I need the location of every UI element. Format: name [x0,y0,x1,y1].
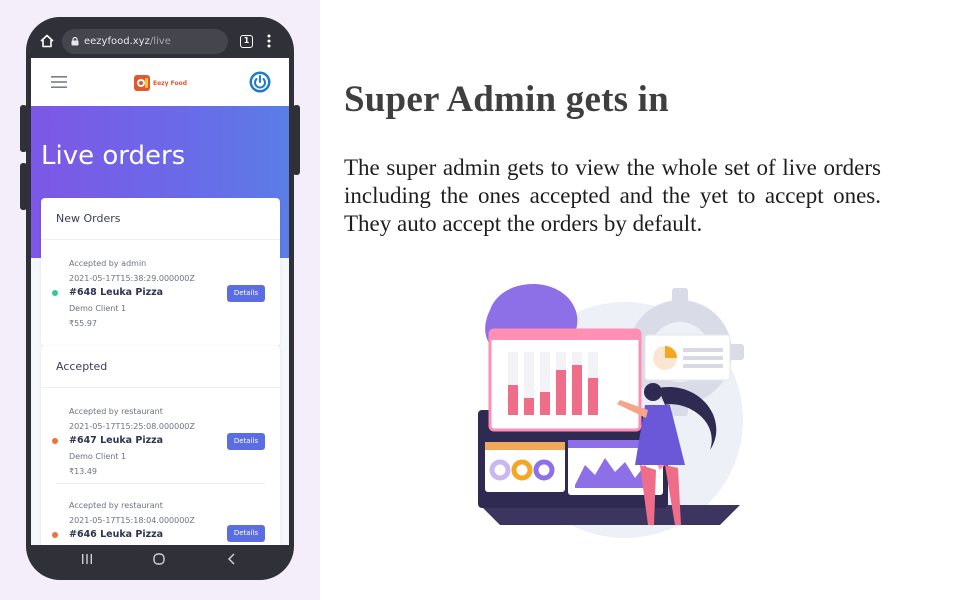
order-client: Demo Client 1 [69,452,127,461]
status-dot [52,290,58,296]
slide-body: The super admin gets to view the whole s… [344,155,881,236]
order-price: ₹13.49 [69,467,97,476]
logo-text: Eezy Food [153,79,188,87]
details-button[interactable]: Details [227,525,265,542]
tabs-count-button[interactable]: 1 [240,35,253,48]
brand-logo[interactable]: Eezy Food [134,74,187,92]
section-heading: New Orders [41,198,280,240]
home-button-icon[interactable] [153,553,165,565]
order-title: #646 Leuka Pizza [69,529,164,540]
logo-mark-icon [134,75,150,91]
back-icon[interactable] [226,553,238,565]
app-header: Eezy Food [31,58,289,106]
order-timestamp: 2021-05-17T15:25:08.000000Z [69,422,195,431]
order-status: Accepted by restaurant [69,501,163,510]
phone-screen: Eezy Food Live orders New Orders Accepte… [31,58,289,545]
accepted-orders-card: Accepted Accepted by restaurant 2021-05-… [41,346,280,545]
home-icon[interactable] [39,33,55,49]
order-title: #647 Leuka Pizza [69,435,164,446]
power-icon[interactable] [249,71,271,93]
more-menu-icon[interactable] [267,34,271,48]
page-title: Live orders [41,141,186,171]
order-title: #648 Leuka Pizza [69,287,164,298]
order-client: Demo Client 1 [69,304,127,313]
url-host: eezyfood.xyz [84,36,150,47]
browser-bar: eezyfood.xyz/live 1 [31,25,289,58]
phone-side-button [293,105,300,175]
status-dot [52,532,58,538]
new-orders-card: New Orders Accepted by admin 2021-05-17T… [41,198,280,346]
order-item: Accepted by restaurant 2021-05-17T15:25:… [52,388,265,484]
android-nav-bar [31,545,289,575]
details-button[interactable]: Details [227,285,265,302]
recent-apps-icon[interactable] [81,553,93,565]
address-bar[interactable]: eezyfood.xyz/live [62,29,228,54]
hamburger-menu-icon[interactable] [51,76,67,88]
url-path: /live [149,36,171,47]
order-status: Accepted by restaurant [69,407,163,416]
dashboard-illustration [478,283,744,538]
order-timestamp: 2021-05-17T15:18:04.000000Z [69,516,195,525]
lock-icon [71,37,79,46]
details-button[interactable]: Details [227,433,265,450]
order-timestamp: 2021-05-17T15:38:29.000000Z [69,274,195,283]
order-item: Accepted by admin 2021-05-17T15:38:29.00… [52,240,265,344]
order-item: Accepted by restaurant 2021-05-17T15:18:… [52,484,265,545]
section-heading: Accepted [41,346,280,388]
slide-heading: Super Admin gets in [344,79,669,120]
order-price: ₹55.97 [69,319,97,328]
order-status: Accepted by admin [69,259,147,268]
status-dot [52,438,58,444]
